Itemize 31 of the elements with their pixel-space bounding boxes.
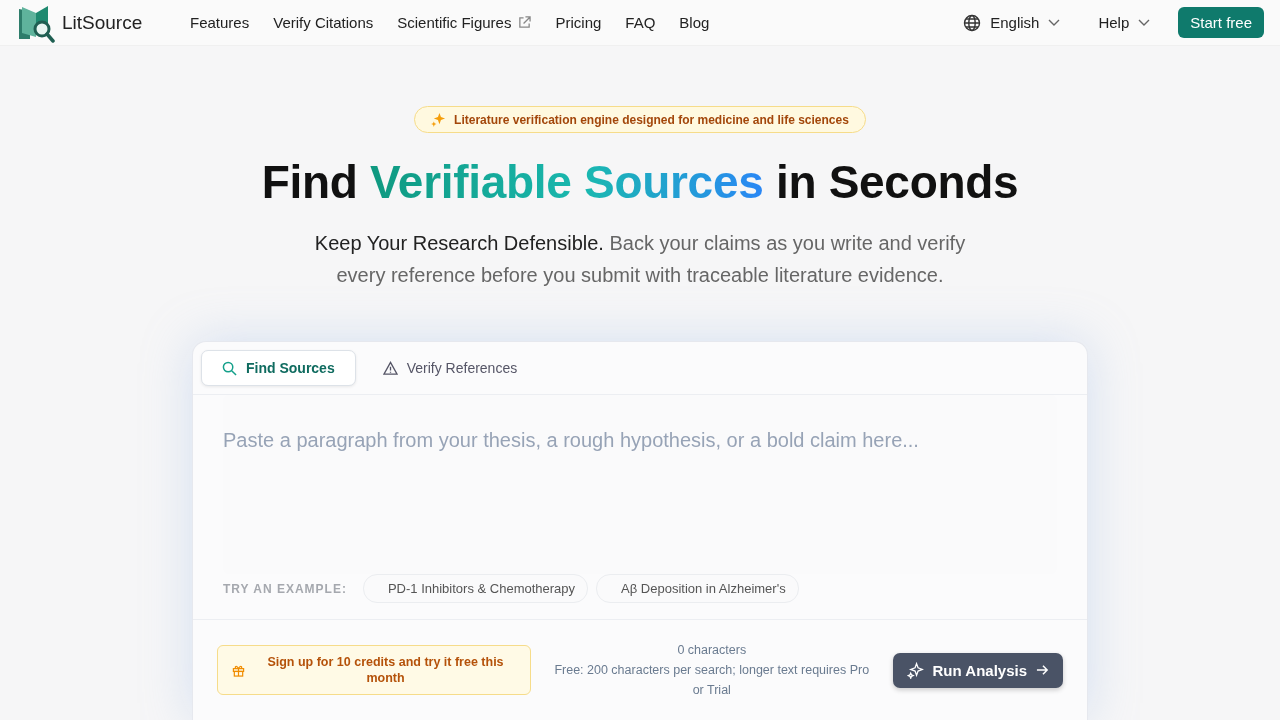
chevron-down-icon — [1048, 18, 1061, 27]
help-dropdown[interactable]: Help — [1088, 8, 1161, 37]
character-count: 0 characters — [677, 642, 747, 659]
nav-link[interactable]: Blog — [679, 14, 710, 31]
nav-link[interactable]: Pricing — [555, 14, 602, 31]
nav-link[interactable]: Scientific Figures — [397, 14, 532, 31]
gift-icon — [232, 663, 245, 677]
promo-text: Sign up for 10 credits and try it free this month — [266, 654, 505, 686]
mode-tab[interactable]: Find Sources — [201, 350, 356, 386]
tagline-text: Literature verification engine designed for medicine and life sciences — [454, 112, 849, 127]
mode-tab[interactable]: Verify References — [361, 350, 539, 386]
examples-label: TRY AN EXAMPLE: — [223, 581, 347, 596]
language-dropdown[interactable]: English — [953, 7, 1071, 38]
hero-subtitle: Keep Your Research Defensible. Back your claims as you write and verify every reference before you submit with traceable literature evidence. — [313, 231, 967, 288]
nav-link[interactable]: FAQ — [625, 14, 656, 31]
sparkle-icon — [431, 112, 447, 127]
arrow-right-icon — [1036, 664, 1049, 676]
run-analysis-button[interactable]: Run Analysis — [892, 652, 1063, 688]
start-free-button[interactable]: Start free — [1178, 7, 1264, 38]
example-chip[interactable]: PD-1 Inhibitors & Chemotherapy — [362, 574, 589, 603]
nav-link[interactable]: Verify Citations — [273, 14, 374, 31]
brand-name[interactable]: LitSource — [62, 11, 143, 34]
limit-note: Free: 200 characters per search; longer text requires Pro or Trial — [553, 662, 871, 699]
sparkle-icon — [906, 661, 924, 679]
search-icon — [222, 360, 237, 376]
chevron-down-icon — [1138, 18, 1151, 27]
nav-link[interactable]: Features — [190, 14, 250, 31]
external-link-icon — [518, 16, 532, 29]
example-chip[interactable]: Aβ Deposition in Alzheimer's — [596, 574, 799, 603]
warning-icon — [382, 360, 398, 376]
globe-icon — [963, 13, 982, 32]
